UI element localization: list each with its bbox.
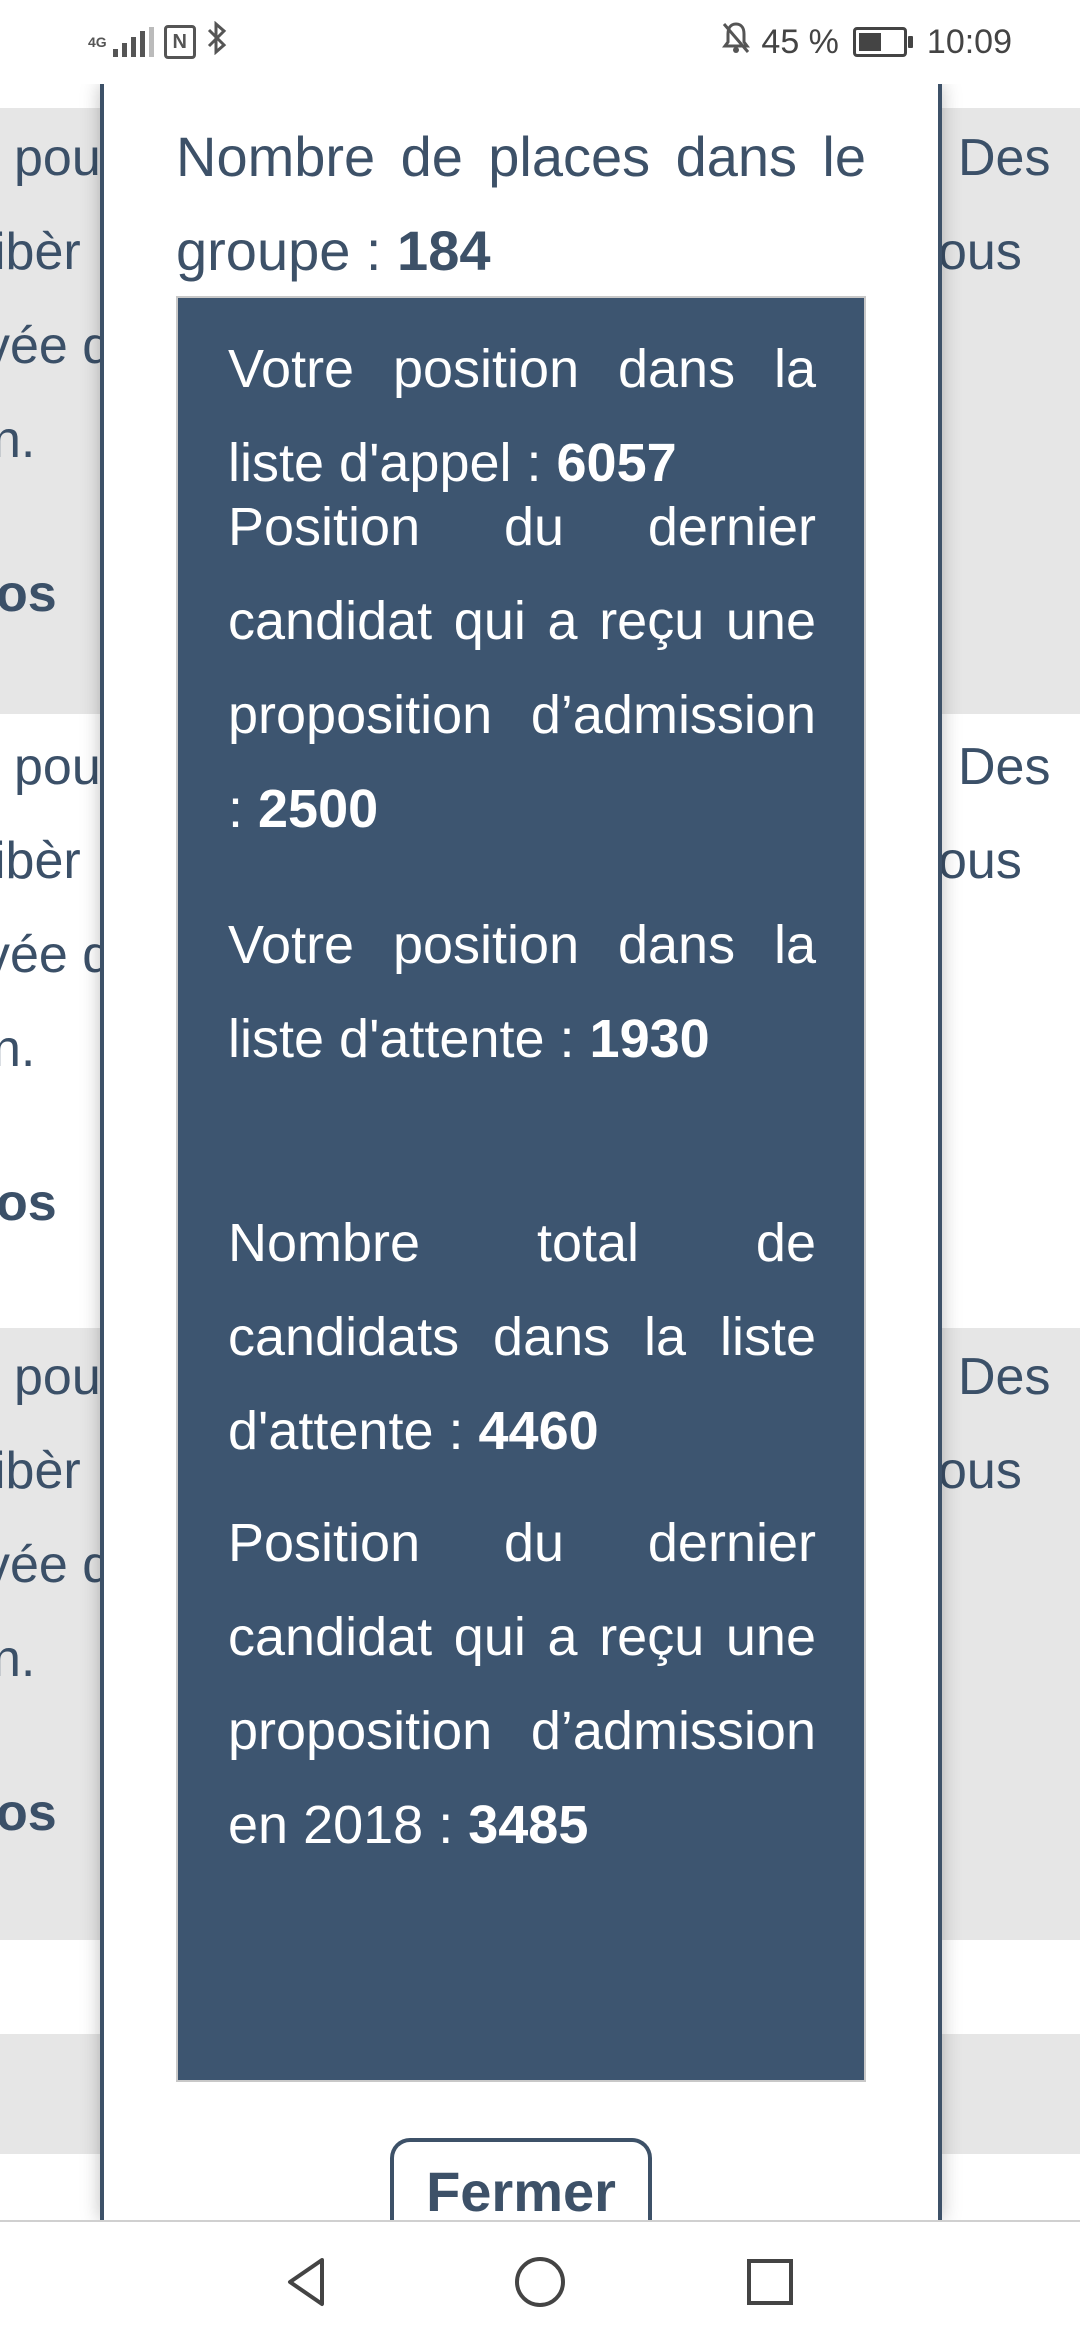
network-type: 4G bbox=[88, 35, 107, 49]
bg-text: n. bbox=[0, 411, 36, 469]
status-bar: 4G N 45 % 10:09 bbox=[0, 0, 1080, 84]
bg-text: Des bbox=[958, 129, 1051, 187]
places-info: Nombre de places dans le groupe : 184 bbox=[176, 110, 866, 298]
item-label: Votre position dans la liste d'attente : bbox=[228, 915, 816, 1069]
battery-fill bbox=[858, 33, 881, 51]
places-value: 184 bbox=[397, 219, 491, 282]
item-value: 4460 bbox=[478, 1401, 599, 1461]
navigation-bar bbox=[0, 2220, 1080, 2342]
bg-bold-text: os bbox=[0, 1174, 57, 1232]
nfc-icon: N bbox=[163, 25, 196, 59]
bg-text: vée d bbox=[0, 926, 112, 984]
bluetooth-icon bbox=[206, 20, 228, 63]
places-label: Nombre de places dans le groupe : bbox=[176, 125, 866, 282]
bg-text: Des bbox=[958, 738, 1051, 796]
home-icon[interactable] bbox=[510, 2252, 570, 2312]
bg-text: vée d bbox=[0, 317, 112, 375]
bg-text: n. bbox=[0, 1630, 36, 1688]
waitlist-modal: Nombre de places dans le groupe : 184 Vo… bbox=[100, 84, 942, 2238]
bg-text: pou bbox=[14, 1348, 101, 1406]
status-right: 45 % 10:09 bbox=[721, 18, 1012, 66]
item-label: Votre position dans la liste d'appel : bbox=[228, 339, 816, 493]
bg-bold-text: os bbox=[0, 1784, 57, 1842]
battery-percent: 45 % bbox=[761, 22, 839, 61]
bg-text: ous bbox=[938, 223, 1022, 281]
item-value: 3485 bbox=[468, 1795, 589, 1855]
recents-icon[interactable] bbox=[740, 2252, 800, 2312]
bg-text: ibèr bbox=[0, 223, 81, 281]
clock: 10:09 bbox=[926, 22, 1012, 61]
mute-bell-icon bbox=[721, 21, 751, 63]
bg-text: pou bbox=[14, 129, 101, 187]
bg-text: n. bbox=[0, 1020, 36, 1078]
back-icon[interactable] bbox=[278, 2252, 338, 2312]
item-value: 1930 bbox=[589, 1009, 710, 1069]
signal-icon bbox=[112, 27, 154, 57]
bg-bold-text: os bbox=[0, 565, 57, 623]
bg-text: ous bbox=[938, 832, 1022, 890]
waitlist-total: Nombre total de candidats dans la liste … bbox=[228, 1196, 816, 1478]
bg-text: ibèr bbox=[0, 832, 81, 890]
nfc-label: N bbox=[172, 31, 187, 53]
network-label: 4G bbox=[88, 34, 107, 50]
last-admitted-2018: Position du dernier candidat qui a reçu … bbox=[228, 1496, 816, 1872]
bg-text: ibèr bbox=[0, 1442, 81, 1500]
bg-text: Des bbox=[958, 1348, 1051, 1406]
bg-text: ous bbox=[938, 1442, 1022, 1500]
bg-text: pou bbox=[14, 738, 101, 796]
item-value: 2500 bbox=[258, 779, 379, 839]
battery-icon bbox=[852, 27, 913, 57]
status-left: 4G N bbox=[88, 18, 228, 66]
position-panel: Votre position dans la liste d'appel : 6… bbox=[176, 296, 866, 2082]
last-admitted-position: Position du dernier candidat qui a reçu … bbox=[228, 480, 816, 856]
waitlist-position: Votre position dans la liste d'attente :… bbox=[228, 898, 816, 1086]
bg-text: vée d bbox=[0, 1536, 112, 1594]
